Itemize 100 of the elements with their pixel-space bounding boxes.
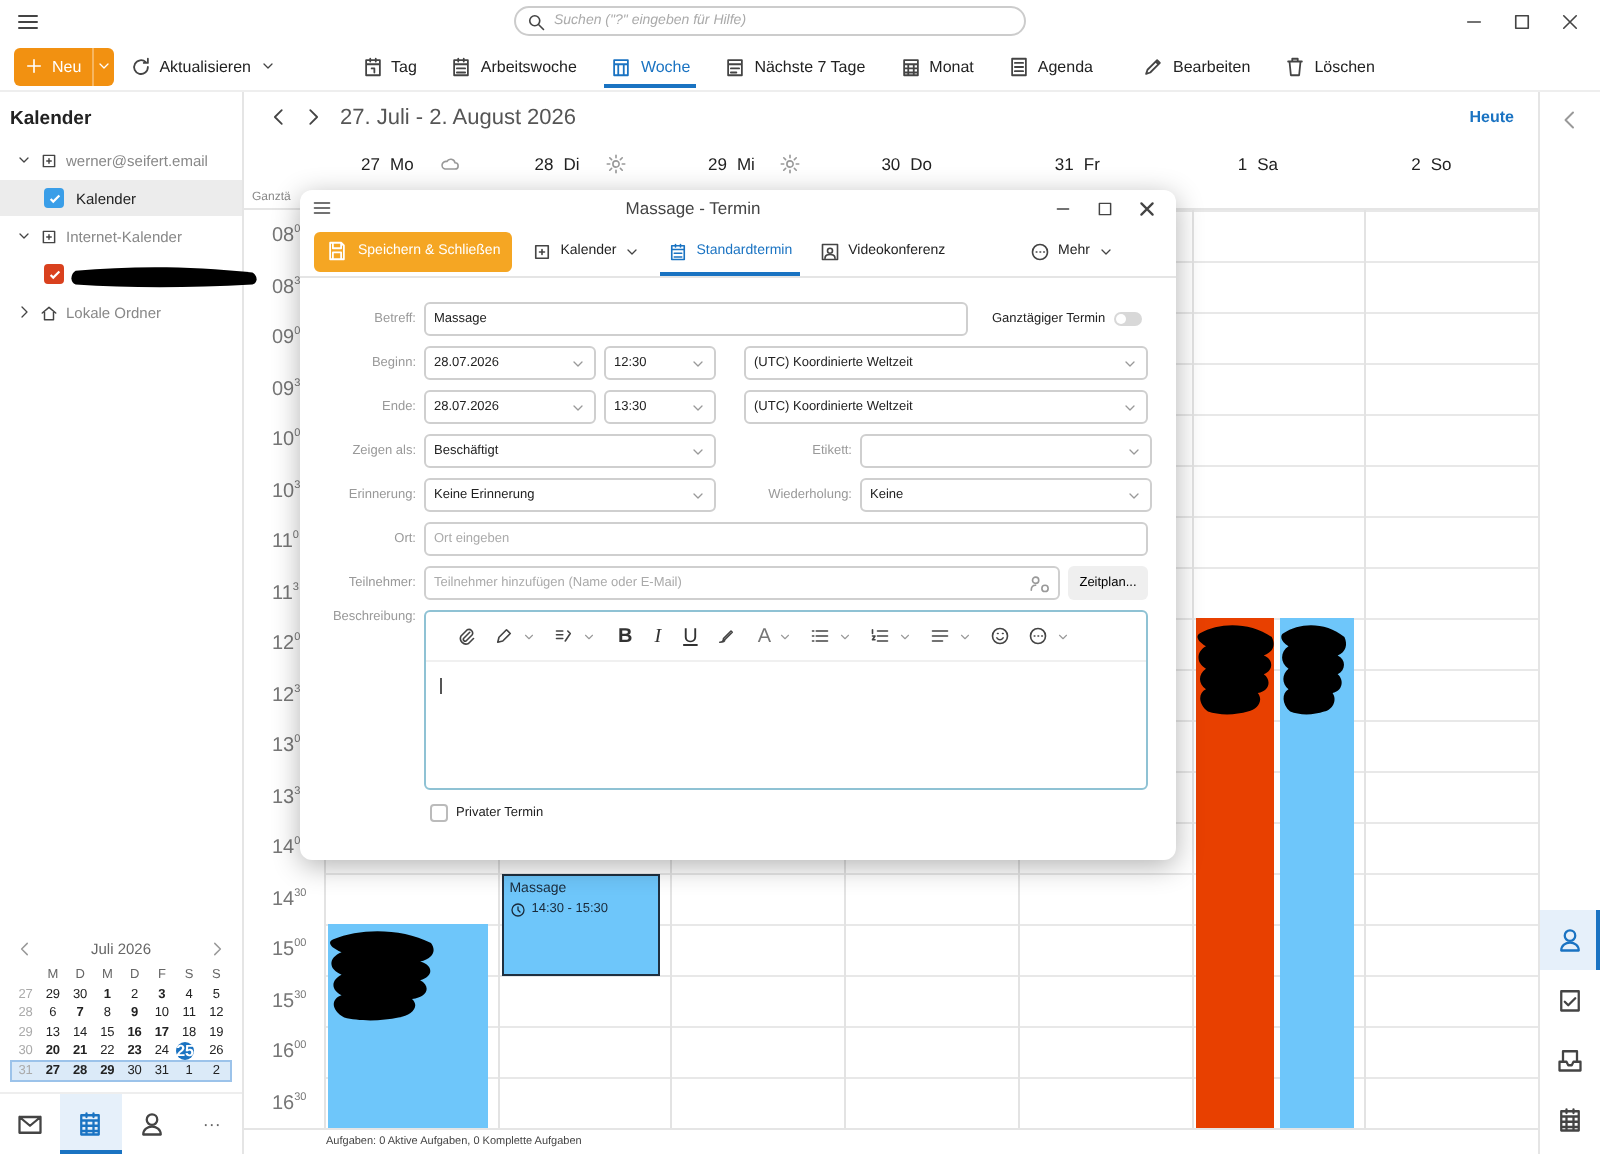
search-icon <box>526 11 546 31</box>
people-icon[interactable] <box>1030 573 1050 593</box>
maximize-icon[interactable] <box>1512 11 1532 31</box>
caret-icon[interactable] <box>838 629 853 643</box>
day-name: Do <box>910 154 933 174</box>
today-link[interactable]: Heute <box>1469 108 1514 126</box>
time-label: 11$^{0}$ <box>272 530 299 553</box>
caret-icon[interactable] <box>898 629 913 643</box>
menu-icon[interactable] <box>312 198 332 218</box>
pencil-icon <box>1142 55 1165 77</box>
house-icon <box>40 303 58 321</box>
caret-icon[interactable] <box>1056 629 1071 643</box>
day-number: 1 <box>1235 154 1248 174</box>
close-icon[interactable] <box>1560 11 1580 31</box>
calendar-event[interactable] <box>1280 618 1355 1128</box>
time-label: 14$^{0}$ <box>272 836 301 859</box>
date-range-title: 27. Juli - 2. August 2026 <box>340 105 577 129</box>
person-icon <box>137 1110 166 1138</box>
folder-icon <box>40 151 58 169</box>
more-icon[interactable] <box>1028 626 1049 646</box>
day-number: 2 <box>1409 154 1421 174</box>
day-number: 31 <box>1052 154 1074 174</box>
brush-icon[interactable] <box>715 626 736 646</box>
time-label: 09$^{0}$ <box>272 326 301 349</box>
view-tab[interactable]: Nächste 7 Tage <box>718 44 872 88</box>
view-tab[interactable]: Woche <box>604 44 697 88</box>
clip-icon[interactable] <box>456 626 476 646</box>
caret-icon[interactable] <box>958 629 973 643</box>
task-icon <box>1556 986 1584 1014</box>
checkbox[interactable] <box>44 188 64 208</box>
numlist-icon[interactable] <box>870 626 891 646</box>
caret-icon <box>95 58 112 74</box>
person-icon <box>1556 926 1584 954</box>
plus-icon <box>24 56 44 76</box>
clock-icon <box>509 901 526 917</box>
day-name: Sa <box>1257 154 1278 174</box>
menu-icon[interactable] <box>16 9 40 33</box>
chevron-icon[interactable] <box>16 304 32 320</box>
time-label: 16$^{30}$ <box>272 1091 307 1114</box>
view-tab[interactable]: Arbeitswoche <box>444 44 583 88</box>
time-label: 13$^{0}$ <box>272 734 301 757</box>
format-icon[interactable] <box>554 626 574 646</box>
view-tab[interactable]: Tag <box>355 44 423 88</box>
pen-icon[interactable] <box>494 626 514 646</box>
calendar-event[interactable] <box>1195 618 1275 1128</box>
next-month-icon[interactable] <box>208 940 226 958</box>
more-icon <box>1030 241 1051 261</box>
caret-icon[interactable] <box>582 629 596 643</box>
emoji-icon[interactable] <box>990 626 1011 646</box>
refresh-button[interactable]: Aktualisieren <box>123 44 281 88</box>
format-button[interactable]: A <box>757 625 771 647</box>
align-icon[interactable] <box>930 626 951 646</box>
calendar-icon <box>450 55 473 77</box>
format-button[interactable]: U <box>683 625 698 647</box>
time-label: 12$^{0}$ <box>272 632 301 655</box>
time-label: 12$^{3}$ <box>272 683 301 706</box>
caret-icon[interactable] <box>778 629 793 643</box>
day-name: So <box>1430 154 1452 174</box>
time-label: 14$^{30}$ <box>272 887 307 910</box>
time-label: 08$^{3}$ <box>272 275 301 298</box>
calendar-event[interactable] <box>328 924 488 1128</box>
all-day-toggle[interactable] <box>1113 312 1142 326</box>
maximize-icon[interactable] <box>1096 199 1114 217</box>
contacts-rail-button[interactable] <box>1540 910 1600 970</box>
chevron-icon[interactable] <box>16 152 32 168</box>
day-name: Mo <box>390 154 414 174</box>
inbox-icon <box>1556 1046 1584 1074</box>
bullets-icon[interactable] <box>810 626 831 646</box>
view-tab[interactable]: Monat <box>893 44 980 88</box>
checkbox[interactable] <box>430 804 448 822</box>
calendar-icon <box>899 55 922 77</box>
calendar-nav-button[interactable] <box>60 1094 121 1154</box>
caret-icon[interactable] <box>522 629 536 643</box>
day-name: Mi <box>736 154 755 174</box>
time-label: 08$^{0}$ <box>272 224 301 247</box>
chevron-icon[interactable] <box>16 228 32 244</box>
envelope-icon <box>16 1110 45 1138</box>
time-label: 13$^{3}$ <box>272 785 301 808</box>
close-icon[interactable] <box>1138 199 1156 217</box>
previous-month-icon[interactable] <box>16 940 34 958</box>
description-editor[interactable]: B I U A <box>424 610 1148 790</box>
format-button[interactable]: B <box>618 625 633 647</box>
date-cell[interactable]: 25 <box>176 1042 195 1061</box>
folder-icon <box>40 227 58 245</box>
calendar-icon <box>361 55 383 77</box>
day-name: Fr <box>1083 154 1100 174</box>
calendar-icon <box>1556 1106 1584 1134</box>
time-label: 15$^{00}$ <box>272 938 307 961</box>
format-button[interactable]: I <box>654 625 662 647</box>
edit-button[interactable]: Bearbeiten <box>1136 44 1257 88</box>
delete-button[interactable]: Löschen <box>1278 44 1381 88</box>
trash-icon <box>1284 55 1307 77</box>
checkbox[interactable] <box>44 264 64 284</box>
calendar-icon <box>610 55 633 77</box>
person-icon <box>820 241 841 261</box>
day-number: 27 <box>359 154 380 174</box>
save-icon <box>326 240 348 262</box>
more-nav-button[interactable]: ··· <box>181 1094 242 1154</box>
view-tab[interactable]: Agenda <box>1001 44 1099 88</box>
time-label: 10$^{0}$ <box>272 428 301 451</box>
